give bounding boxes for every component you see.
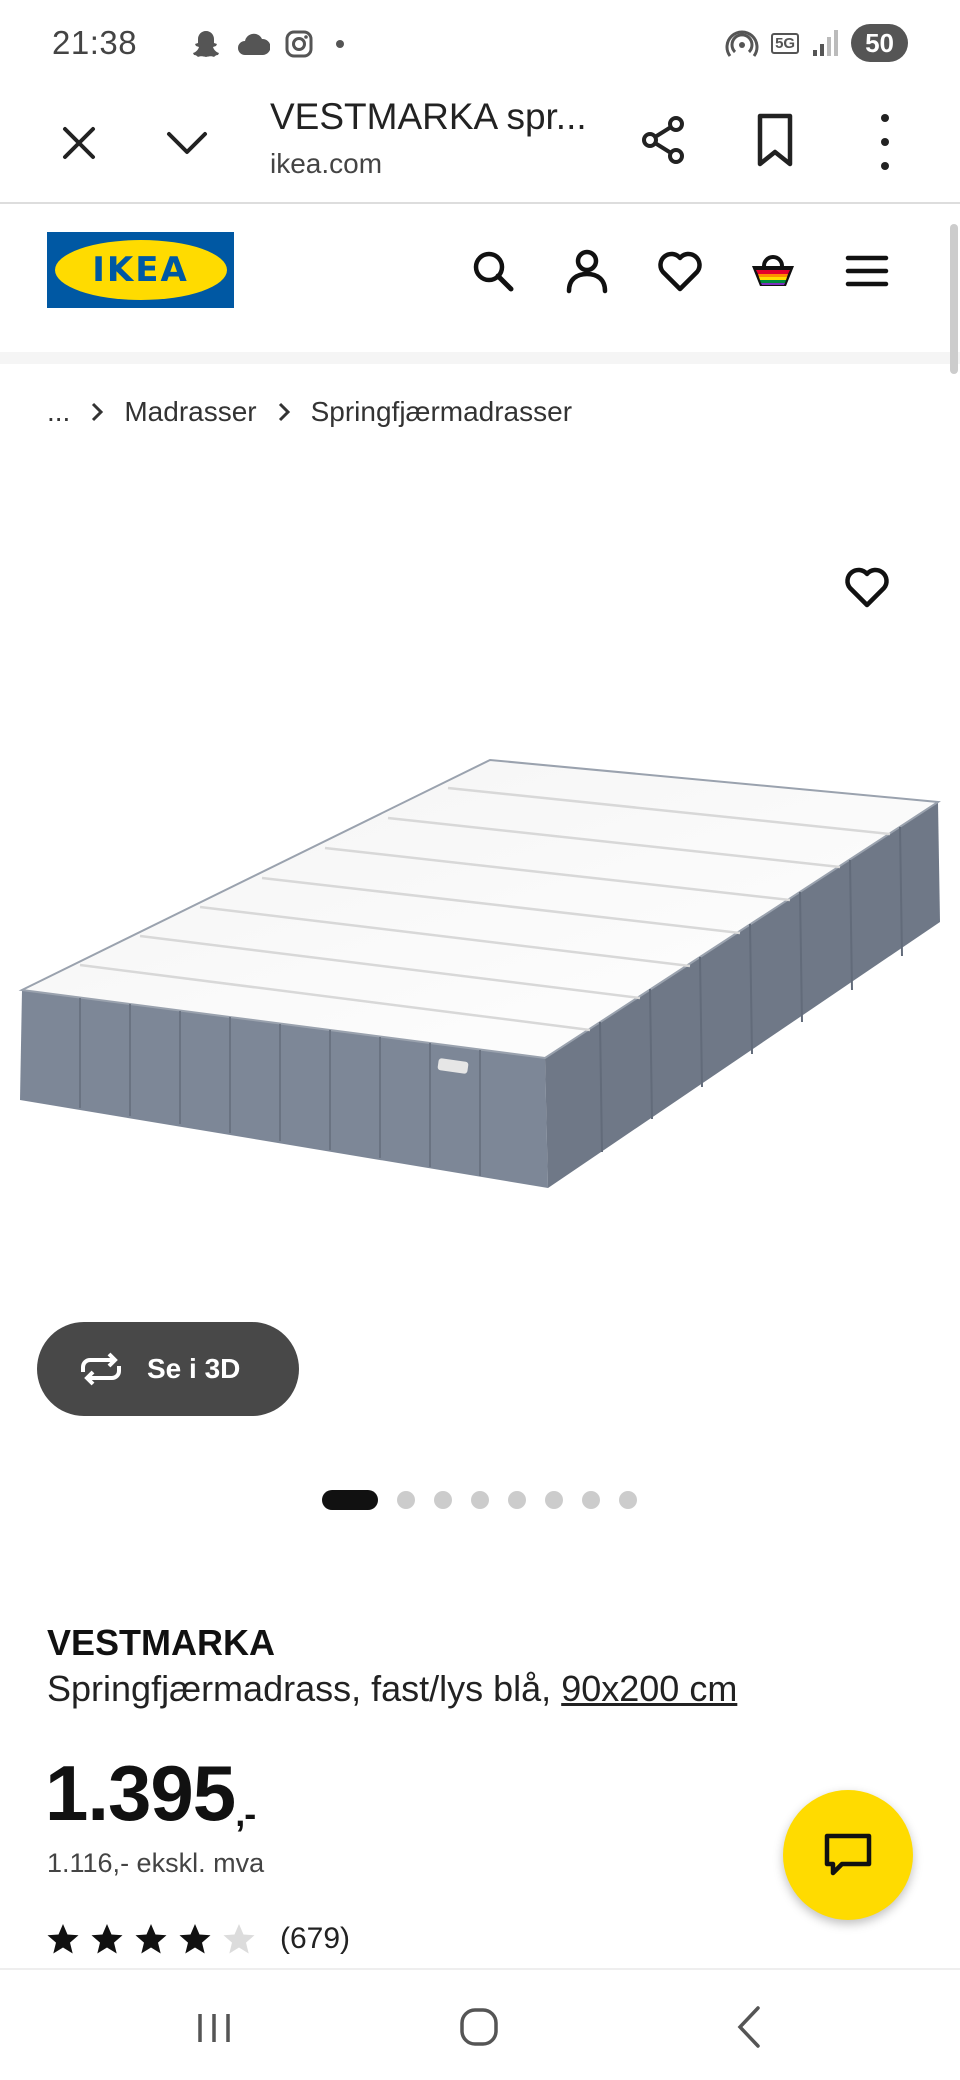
more-options-button[interactable] (870, 114, 900, 170)
logo-text: IKEA (92, 250, 189, 290)
star-filled-icon (47, 1924, 79, 1954)
add-to-favourites-icon[interactable] (842, 562, 892, 612)
star-filled-icon (135, 1924, 167, 1954)
status-bar: 21:38 5G 50 (0, 0, 960, 90)
logo-oval: IKEA (54, 240, 227, 300)
chat-button[interactable] (783, 1790, 913, 1920)
product-image[interactable] (0, 740, 960, 1210)
network-type-label: 5G (771, 32, 800, 54)
chevron-right-icon (278, 402, 290, 422)
home-icon[interactable] (458, 2006, 500, 2048)
product-price: 1.395,- (45, 1748, 256, 1839)
account-icon[interactable] (562, 246, 612, 296)
site-header: IKEA (0, 206, 960, 356)
status-time: 21:38 (52, 24, 138, 61)
system-icons: 5G 50 (725, 24, 908, 62)
product-name: VESTMARKA (47, 1622, 276, 1663)
product-size-link[interactable]: 90x200 cm (561, 1668, 737, 1709)
breadcrumb-item-madrasser[interactable]: Madrasser (124, 396, 256, 428)
gallery-dot-active[interactable] (322, 1490, 378, 1510)
star-filled-icon (179, 1924, 211, 1954)
instagram-icon (285, 30, 313, 58)
more-dot (881, 138, 889, 146)
more-dot (881, 114, 889, 122)
recent-apps-icon[interactable] (194, 2010, 234, 2046)
price-excluding-vat: 1.116,- ekskl. mva (47, 1848, 265, 1878)
view-in-3d-label: Se i 3D (147, 1353, 241, 1384)
view-in-3d-button[interactable]: Se i 3D (37, 1322, 299, 1416)
gallery-dot[interactable] (508, 1491, 526, 1509)
review-count[interactable]: (679) (280, 1922, 350, 1956)
gallery-pagination (322, 1490, 637, 1510)
bookmark-icon[interactable] (750, 112, 800, 168)
favourites-icon[interactable] (655, 246, 705, 296)
page-scrollbar[interactable] (950, 224, 958, 374)
gallery-dot[interactable] (545, 1491, 563, 1509)
chevron-down-icon (167, 132, 207, 154)
page-title[interactable]: VESTMARKA spr... (270, 96, 587, 138)
gallery-dot[interactable] (397, 1491, 415, 1509)
chat-icon (824, 1833, 872, 1876)
price-main: 1.395 (45, 1749, 236, 1837)
product-rating[interactable]: (679) (46, 1922, 350, 1956)
close-tab-button[interactable] (54, 118, 104, 168)
rotate-3d-icon (81, 1352, 121, 1386)
header-divider (0, 352, 960, 364)
cloud-icon (238, 33, 270, 55)
price-suffix: ,- (235, 1793, 256, 1834)
search-icon[interactable] (468, 246, 518, 296)
browser-tab-bar: VESTMARKA spr... ikea.com (0, 90, 960, 204)
notification-icons (190, 28, 344, 60)
menu-icon[interactable] (842, 246, 892, 296)
cart-icon[interactable] (748, 246, 798, 296)
ikea-logo[interactable]: IKEA (47, 232, 234, 308)
more-notifications-dot (336, 40, 344, 48)
gallery-dot[interactable] (434, 1491, 452, 1509)
product-description: Springfjærmadrass, fast/lys blå, 90x200 … (47, 1668, 737, 1710)
gallery-dot[interactable] (582, 1491, 600, 1509)
product-description-text: Springfjærmadrass, fast/lys blå, (47, 1668, 552, 1709)
minimize-tab-button[interactable] (162, 118, 212, 168)
chevron-right-icon (92, 402, 104, 422)
breadcrumb-item-springfjaermadrasser[interactable]: Springfjærmadrasser (311, 396, 572, 428)
close-icon (63, 127, 95, 159)
share-icon[interactable] (638, 114, 690, 166)
battery-indicator: 50 (851, 24, 908, 62)
system-navigation-bar (0, 1968, 960, 2080)
gallery-dot[interactable] (619, 1491, 637, 1509)
back-icon[interactable] (730, 2004, 770, 2050)
breadcrumb-ellipsis[interactable]: ... (47, 396, 70, 428)
star-empty-icon (223, 1924, 255, 1954)
gallery-dot[interactable] (471, 1491, 489, 1509)
page-url[interactable]: ikea.com (270, 148, 382, 180)
hotspot-icon (725, 30, 759, 57)
breadcrumb: ... Madrasser Springfjærmadrasser (47, 396, 572, 428)
more-dot (881, 162, 889, 170)
star-filled-icon (91, 1924, 123, 1954)
snapchat-icon (193, 31, 219, 57)
signal-icon (813, 30, 839, 56)
